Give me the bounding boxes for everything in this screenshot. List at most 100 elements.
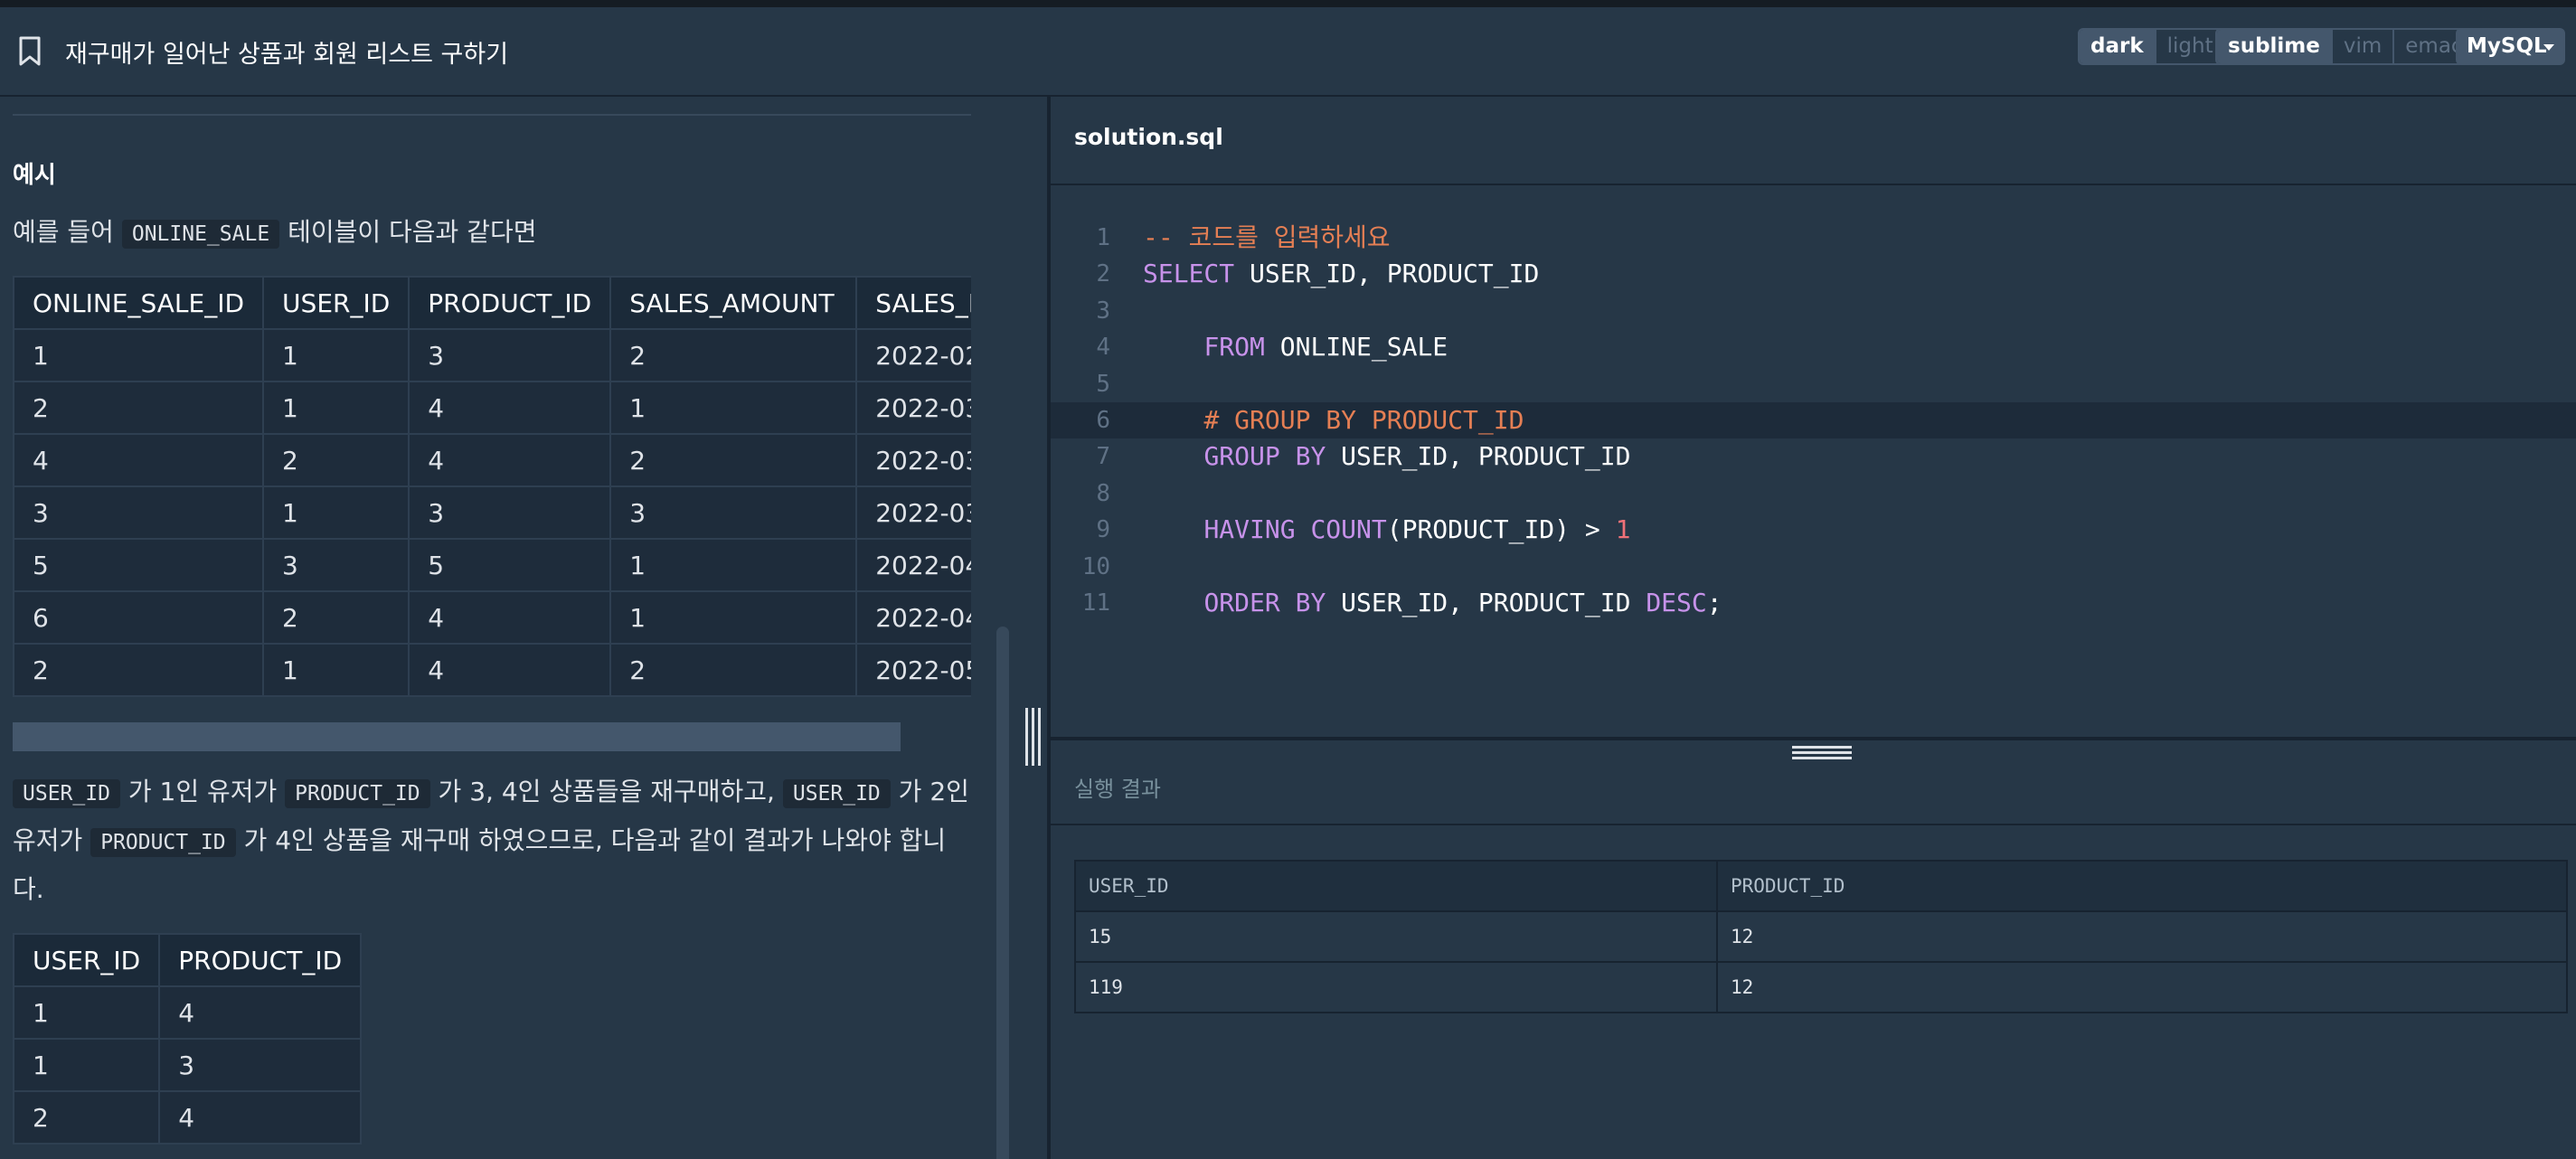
caret-down-icon	[2543, 44, 2554, 51]
table-row: 5 3 5 1 2022-04	[13, 538, 971, 592]
table-row: 13	[12, 1038, 363, 1092]
code-text: # GROUP BY PRODUCT_ID	[1143, 402, 1524, 438]
code-text: HAVING COUNT(PRODUCT_ID) > 1	[1143, 512, 1630, 548]
divider	[13, 114, 971, 116]
code-line[interactable]: 7 GROUP BY USER_ID, PRODUCT_ID	[1051, 438, 2576, 475]
table-row: 6 2 4 1 2022-04	[13, 590, 971, 645]
code-line[interactable]: 6 # GROUP BY PRODUCT_ID	[1051, 402, 2576, 438]
editor-panel: solution.sql 1 -- 코드를 입력하세요 2 SELECT USER_I…	[1051, 97, 2576, 1159]
code-token: USER_ID, PRODUCT_ID	[1326, 441, 1631, 472]
code-line[interactable]: 9 HAVING COUNT(PRODUCT_ID) > 1	[1051, 512, 2576, 548]
table-row: 3 1 3 3 2022-03	[13, 485, 971, 540]
table-cell: 2	[12, 1090, 161, 1145]
table-row: 15 12	[1074, 910, 2568, 963]
intro-text: 예를 들어 ONLINE_SALE 테이블이 다음과 같다면	[13, 212, 536, 249]
code-line[interactable]: 8	[1051, 476, 2576, 512]
table-cell: 1	[262, 381, 410, 435]
table-cell: 119	[1074, 961, 1718, 1013]
keymap-sublime-button[interactable]: sublime	[2217, 30, 2331, 63]
table-header-row: ONLINE_SALE_ID USER_ID PRODUCT_ID SALES_AMO…	[13, 276, 971, 330]
table-cell: 2022-03	[855, 433, 971, 487]
table-cell: 1	[12, 1038, 161, 1092]
table-cell: 2	[262, 433, 410, 487]
code-token: -- 코드를 입력하세요	[1143, 222, 1391, 252]
table-cell: 1	[609, 538, 858, 592]
intro-after: 테이블이 다음과 같다면	[279, 217, 537, 247]
table-header-cell: PRODUCT_ID	[158, 933, 363, 987]
table-header-row: USER_ID PRODUCT_ID	[12, 933, 363, 987]
table-cell: 1	[609, 381, 858, 435]
table-row: 2 1 4 1 2022-03	[13, 381, 971, 435]
table-cell: 1	[13, 328, 265, 382]
bookmark-icon[interactable]	[18, 36, 42, 67]
theme-light-button[interactable]: light	[2154, 30, 2224, 63]
inline-code: ONLINE_SALE	[121, 220, 280, 249]
code-line[interactable]: 1 -- 코드를 입력하세요	[1051, 220, 2576, 256]
keymap-vim-button[interactable]: vim	[2330, 30, 2393, 63]
code-line[interactable]: 4 FROM ONLINE_SALE	[1051, 329, 2576, 365]
code-line[interactable]: 2 SELECT USER_ID, PRODUCT_ID	[1051, 256, 2576, 292]
table-row: 119 12	[1074, 961, 2568, 1013]
table-cell: 2	[13, 381, 265, 435]
code-token: 1	[1615, 514, 1631, 545]
code-line[interactable]: 11 ORDER BY USER_ID, PRODUCT_ID DESC;	[1051, 585, 2576, 621]
table-cell: 3	[408, 485, 612, 540]
code-token: ORDER BY	[1203, 588, 1326, 617]
language-label: MySQL	[2467, 34, 2547, 58]
result-table-wrap: USER_ID PRODUCT_ID 15 12 119 12	[1074, 860, 2568, 1013]
table-header-cell: PRODUCT_ID	[1716, 860, 2568, 912]
code-line[interactable]: 3	[1051, 293, 2576, 329]
language-dropdown[interactable]: MySQL	[2456, 28, 2565, 65]
table-cell: 12	[1716, 961, 2568, 1013]
code-token: (PRODUCT_ID) >	[1386, 514, 1616, 545]
inline-code: USER_ID	[13, 779, 120, 808]
explain-part: 가 1인 유저가	[119, 777, 286, 806]
table-row: 14	[12, 985, 363, 1040]
table-cell: 1	[262, 328, 410, 382]
code-token: FROM	[1203, 332, 1265, 363]
table-cell: 2022-05	[855, 643, 971, 697]
vertical-scrollbar[interactable]	[996, 627, 1009, 1159]
theme-dark-button[interactable]: dark	[2080, 30, 2155, 63]
result-title: 실행 결과	[1074, 777, 1161, 802]
table-row: 2 1 4 2 2022-05	[13, 643, 971, 697]
inline-code: USER_ID	[782, 779, 891, 808]
explain-part: 가 3, 4인 상품들을 재구매하고,	[429, 777, 783, 806]
code-text: ORDER BY USER_ID, PRODUCT_ID DESC;	[1143, 585, 1722, 621]
page-title: 재구매가 일어난 상품과 회원 리스트 구하기	[65, 41, 509, 69]
code-token: GROUP BY	[1203, 441, 1326, 472]
resize-grip-icon[interactable]	[1024, 708, 1043, 766]
table-cell: 2022-04	[855, 590, 971, 645]
table-cell: 2022-03	[855, 381, 971, 435]
online-sale-table: ONLINE_SALE_ID USER_ID PRODUCT_ID SALES_AMO…	[13, 276, 971, 697]
table-cell: 1	[262, 485, 410, 540]
explain-text: USER_ID 가 1인 유저가 PRODUCT_ID 가 3, 4인 상품들을…	[13, 768, 971, 913]
intro-before: 예를 들어	[13, 217, 122, 247]
table-cell: 1	[609, 590, 858, 645]
result-table: USER_ID PRODUCT_ID 15 12 119 12	[1074, 860, 2568, 1013]
table-header-cell: USER_ID	[12, 933, 161, 987]
table-cell: 4	[408, 590, 612, 645]
code-editor[interactable]: 1 -- 코드를 입력하세요 2 SELECT USER_ID, PRODUCT_ID…	[1051, 187, 2576, 737]
table-row: 24	[12, 1090, 363, 1145]
table-cell: 3	[408, 328, 612, 382]
description-panel[interactable]: 예시 예를 들어 ONLINE_SALE 테이블이 다음과 같다면 ONLINE…	[0, 97, 1047, 1159]
table-cell: 4	[158, 1090, 363, 1145]
code-token: # GROUP BY PRODUCT_ID	[1203, 405, 1524, 435]
horizontal-scrollbar[interactable]	[13, 722, 901, 751]
code-token: SELECT	[1143, 259, 1235, 289]
inline-code: PRODUCT_ID	[285, 779, 430, 808]
table-cell: 2022-02	[855, 328, 971, 382]
keymap-toggle: sublime vim emacs	[2215, 28, 2486, 65]
table-cell: 4	[13, 433, 265, 487]
code-line[interactable]: 5	[1051, 366, 2576, 402]
table-header-row: USER_ID PRODUCT_ID	[1074, 860, 2568, 912]
header: 재구매가 일어난 상품과 회원 리스트 구하기 dark light subli…	[0, 7, 2576, 97]
code-line[interactable]: 10	[1051, 549, 2576, 585]
table-cell: 5	[13, 538, 265, 592]
